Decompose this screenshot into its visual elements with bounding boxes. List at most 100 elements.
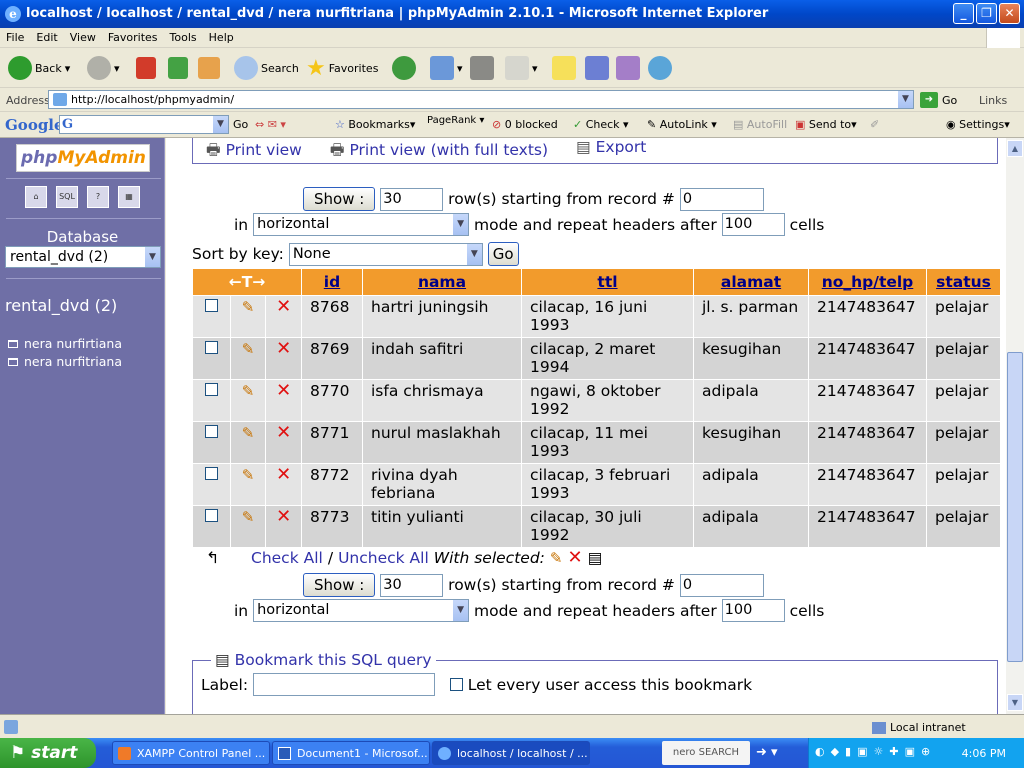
delete-x-icon[interactable]: ✕ bbox=[276, 296, 291, 317]
export-link[interactable]: ▤ Export bbox=[576, 138, 646, 165]
row-checkbox[interactable] bbox=[204, 509, 218, 522]
rows-input[interactable]: 30 bbox=[380, 187, 444, 211]
delete-x-icon[interactable]: ✕ bbox=[276, 506, 291, 527]
mode-select[interactable]: horizontal ▼ bbox=[253, 213, 470, 236]
links-button[interactable]: Links bbox=[979, 94, 1007, 107]
delete-x-icon[interactable]: ✕ bbox=[276, 422, 291, 443]
mode-select[interactable]: horizontal ▼ bbox=[253, 599, 470, 622]
table-link[interactable]: nera nurfitriana bbox=[8, 354, 122, 369]
sql-icon[interactable]: SQL bbox=[56, 186, 78, 208]
back-button[interactable]: Back ▾ bbox=[8, 54, 70, 82]
stop-button[interactable] bbox=[136, 54, 156, 82]
database-select[interactable]: rental_dvd (2) ▼ bbox=[5, 246, 161, 268]
row-checkbox[interactable] bbox=[204, 467, 218, 480]
home-button[interactable] bbox=[198, 54, 220, 82]
task-xampp[interactable]: XAMPP Control Panel ... bbox=[112, 741, 270, 765]
delete-x-icon[interactable]: ✕ bbox=[567, 548, 582, 566]
spellcheck-button[interactable]: ✓ Check ▾ bbox=[573, 118, 629, 131]
forward-button[interactable]: ▾ bbox=[87, 54, 120, 82]
edit-pencil-icon[interactable]: ✎ bbox=[242, 298, 255, 316]
rows-input[interactable]: 30 bbox=[380, 573, 444, 597]
history-button[interactable] bbox=[392, 54, 416, 82]
scroll-up-button[interactable]: ▲ bbox=[1007, 140, 1023, 157]
start-record-input[interactable]: 0 bbox=[679, 187, 764, 211]
menu-tools[interactable]: Tools bbox=[164, 28, 203, 44]
sort-key-select[interactable]: None ▼ bbox=[288, 242, 483, 266]
minimize-button[interactable]: _ bbox=[953, 3, 974, 24]
column-header-nama[interactable]: nama bbox=[363, 269, 521, 295]
uncheck-all-link[interactable]: Uncheck All bbox=[338, 549, 429, 567]
chevron-down-icon[interactable]: ▼ bbox=[212, 116, 228, 133]
scroll-down-button[interactable]: ▼ bbox=[1007, 694, 1023, 711]
maximize-button[interactable]: ❐ bbox=[976, 3, 997, 24]
highlight-icon[interactable]: ✐ bbox=[870, 118, 879, 131]
tray-icons[interactable]: ◐◆▮▣☼✚▣⊕ bbox=[815, 745, 936, 758]
menu-file[interactable]: File bbox=[0, 28, 30, 44]
edit-pencil-icon[interactable]: ✎ bbox=[242, 340, 255, 358]
sort-go-button[interactable]: Go bbox=[487, 242, 519, 266]
public-bookmark-checkbox[interactable] bbox=[449, 678, 463, 691]
menu-favorites[interactable]: Favorites bbox=[102, 28, 164, 44]
show-button[interactable]: Show : bbox=[303, 573, 376, 597]
task-word-document[interactable]: Document1 - Microsof... bbox=[272, 741, 430, 765]
send-to-button[interactable]: ▣ Send to▾ bbox=[795, 118, 857, 131]
show-button[interactable]: Show : bbox=[303, 187, 376, 211]
google-logo[interactable]: Google bbox=[5, 116, 64, 134]
discuss-button[interactable] bbox=[552, 54, 576, 82]
address-input[interactable]: http://localhost/phpmyadmin/ ▼ bbox=[48, 90, 914, 109]
row-checkbox[interactable] bbox=[204, 341, 218, 354]
research-button[interactable] bbox=[585, 54, 609, 82]
favorites-button[interactable]: ★ Favorites bbox=[306, 54, 378, 82]
database-name-link[interactable]: rental_dvd (2) bbox=[5, 296, 117, 315]
delete-x-icon[interactable]: ✕ bbox=[276, 380, 291, 401]
mail-button[interactable]: ▾ bbox=[430, 54, 463, 82]
chevron-down-icon[interactable]: ▼ bbox=[897, 91, 913, 108]
repeat-headers-input[interactable]: 100 bbox=[721, 599, 785, 622]
print-button[interactable] bbox=[470, 54, 494, 82]
print-view-link[interactable]: 🖶 Print view bbox=[206, 138, 302, 165]
home-icon[interactable]: ⌂ bbox=[25, 186, 47, 208]
print-view-full-link[interactable]: 🖶 Print view (with full texts) bbox=[330, 138, 548, 165]
refresh-button[interactable] bbox=[168, 54, 188, 82]
menu-view[interactable]: View bbox=[64, 28, 102, 44]
nero-search-box[interactable]: nero SEARCH bbox=[662, 741, 750, 765]
task-internet-explorer[interactable]: localhost / localhost / ... bbox=[432, 741, 590, 765]
phpmyadmin-logo[interactable]: phpMyAdmin bbox=[16, 144, 150, 172]
close-button[interactable]: ✕ bbox=[999, 3, 1020, 24]
pencil-icon[interactable]: ✎ bbox=[550, 549, 563, 567]
popup-blocker-button[interactable]: ⊘ 0 blocked bbox=[492, 118, 558, 131]
start-record-input[interactable]: 0 bbox=[679, 573, 764, 597]
row-checkbox[interactable] bbox=[204, 425, 218, 438]
column-header-alamat[interactable]: alamat bbox=[694, 269, 808, 295]
table-link[interactable]: nera nurfirtiana bbox=[8, 336, 122, 351]
delete-x-icon[interactable]: ✕ bbox=[276, 338, 291, 359]
row-checkbox[interactable] bbox=[204, 383, 218, 396]
settings-button[interactable]: ◉ Settings▾ bbox=[946, 118, 1010, 131]
google-go-button[interactable]: Go bbox=[233, 118, 248, 131]
edit-pencil-icon[interactable]: ✎ bbox=[242, 508, 255, 526]
check-all-link[interactable]: Check All bbox=[251, 549, 323, 567]
edit-pencil-icon[interactable]: ✎ bbox=[242, 424, 255, 442]
nero-go-icon[interactable]: ➜ ▾ bbox=[756, 745, 778, 760]
menu-help[interactable]: Help bbox=[203, 28, 240, 44]
column-header-id[interactable]: id bbox=[302, 269, 362, 295]
menu-edit[interactable]: Edit bbox=[30, 28, 63, 44]
column-header-status[interactable]: status bbox=[927, 269, 1000, 295]
repeat-headers-input[interactable]: 100 bbox=[721, 213, 785, 236]
delete-x-icon[interactable]: ✕ bbox=[276, 464, 291, 485]
go-button[interactable]: ➜ Go bbox=[920, 92, 957, 108]
column-header-no-hp-telp[interactable]: no_hp/telp bbox=[809, 269, 926, 295]
books-button[interactable] bbox=[616, 54, 640, 82]
help-icon[interactable]: ? bbox=[87, 186, 109, 208]
bookmark-label-input[interactable] bbox=[252, 673, 435, 696]
bookmarks-button[interactable]: ☆ Bookmarks▾ bbox=[335, 118, 415, 131]
autolink-button[interactable]: ✎ AutoLink ▾ bbox=[647, 118, 717, 131]
vertical-scrollbar[interactable]: ▲ ▼ bbox=[1006, 138, 1024, 714]
search-options-icon[interactable]: ⇔ ✉ ▾ bbox=[255, 118, 286, 131]
column-header-ttl[interactable]: ttl bbox=[522, 269, 693, 295]
autofill-button[interactable]: ▤ AutoFill bbox=[733, 118, 787, 131]
search-button[interactable]: Search bbox=[234, 54, 299, 82]
edit-pencil-icon[interactable]: ✎ bbox=[242, 466, 255, 484]
scroll-thumb[interactable] bbox=[1007, 352, 1023, 662]
messenger-button[interactable] bbox=[648, 54, 672, 82]
